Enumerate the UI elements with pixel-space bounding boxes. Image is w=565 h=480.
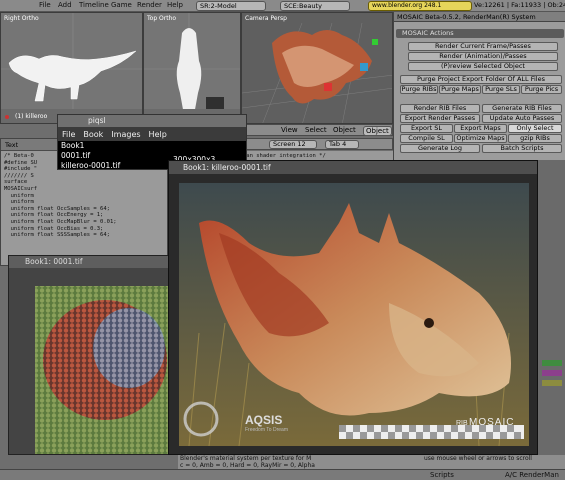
render-rib-files-button[interactable]: Render RIB Files [400, 104, 480, 113]
object-mode-selector[interactable]: Object [363, 126, 392, 136]
code-line: uniform float OccMapBlur = 0.01; [4, 218, 117, 225]
object-menu[interactable]: Object [333, 126, 356, 134]
menu-add[interactable]: Add [58, 1, 72, 9]
render-current-frame-button[interactable]: Render Current Frame/Passes [408, 42, 558, 51]
view-menu[interactable]: View [281, 126, 298, 134]
list-item[interactable]: Book1 [61, 141, 246, 151]
mosaic-actions-header[interactable]: MOSAIC Actions [396, 29, 564, 38]
piqsl-title: piqsl [58, 115, 246, 127]
menu-file[interactable]: File [39, 1, 51, 9]
right-side-panel [537, 160, 565, 468]
code-line: /////// S [4, 172, 34, 179]
piqsl-menubar: File Book Images Help [58, 127, 246, 141]
viewport-label: Camera Persp [245, 15, 287, 22]
viewport-top-ortho[interactable]: Top Ortho [143, 12, 241, 124]
piqsl-menu-book[interactable]: Book [83, 130, 103, 139]
code-line: uniform float OccSamples = 64; [4, 205, 110, 212]
compile-sl-button[interactable]: Compile SL [400, 134, 453, 143]
texture-image [35, 286, 169, 454]
bottom-bar: Scripts A/C RenderMan [0, 469, 565, 480]
menu-render[interactable]: Render [137, 1, 162, 9]
rendered-killeroo-image [179, 183, 529, 446]
blender-url[interactable]: www.blender.org 248.1 [368, 1, 472, 11]
killeroo-top-view [144, 13, 240, 123]
generate-rib-files-button[interactable]: Generate RIB Files [482, 104, 562, 113]
color-swatch [542, 380, 562, 386]
code-line: uniform float SSSSamples = 64; [4, 232, 110, 239]
blender-top-bar: File Add Timeline Game Render Help SR:2-… [0, 0, 565, 12]
scripts-menu[interactable]: Scripts [430, 471, 454, 479]
mosaic-panel: MOSAIC Beta-0.5.2, RenderMan(R) System M… [393, 12, 565, 160]
piqsl-menu-file[interactable]: File [62, 130, 75, 139]
window-selector[interactable]: A/C RenderMan [505, 471, 559, 479]
render-animation-button[interactable]: Render (Animation)/Passes [408, 52, 558, 61]
viewport-right-ortho[interactable]: Right Ortho (1) killeroo [0, 12, 143, 124]
gzip-ribs-button[interactable]: gzip RIBs [508, 134, 562, 143]
scene-selector[interactable]: SCE:Beauty [280, 1, 350, 11]
preview-selected-button[interactable]: (P)review Selected Object [408, 62, 558, 71]
purge-pics-button[interactable]: Purge Pics [521, 85, 562, 94]
scene-stats: Ve:12261 | Fa:11933 | Ob:24-1 | [474, 1, 565, 9]
purge-ribs-button[interactable]: Purge RIBs [400, 85, 438, 94]
rib-label: RIB [456, 420, 468, 427]
optimize-maps-button[interactable]: Optimize Maps [454, 134, 507, 143]
mosaic-logo: MOSAIC [469, 417, 515, 428]
export-render-passes-button[interactable]: Export Render Passes [400, 114, 480, 123]
code-line: uniform float OccEnergy = 1; [4, 212, 104, 219]
generate-log-button[interactable]: Generate Log [400, 144, 480, 153]
code-line: MOSAICsurf [4, 185, 38, 192]
piqsl-menu-help[interactable]: Help [149, 130, 167, 139]
aqsis-logo: AQSIS [245, 413, 283, 427]
book-window-main[interactable]: Book1: killeroo-0001.tif AQSIS Freedom T… [168, 160, 538, 455]
info-line: Blender's material system per texture fo… [180, 455, 312, 462]
piqsl-menu-images[interactable]: Images [111, 130, 140, 139]
window-title: Book1: killeroo-0001.tif [169, 161, 537, 174]
menu-game[interactable]: Game [111, 1, 132, 9]
update-auto-passes-button[interactable]: Update Auto Passes [482, 114, 562, 123]
mosaic-title: MOSAIC Beta-0.5.2, RenderMan(R) System [394, 12, 565, 22]
select-menu[interactable]: Select [305, 126, 327, 134]
color-swatch [542, 370, 562, 376]
info-line: c = 0, Amb = 0, Hard = 0, RayMir = 0, Al… [180, 462, 315, 469]
menu-help[interactable]: Help [167, 1, 183, 9]
color-swatch [542, 360, 562, 366]
only-select-toggle[interactable]: Only Select [508, 124, 562, 133]
material-info: Blender's material system per texture fo… [178, 455, 418, 469]
viewport-header: View Select Object Object [240, 124, 393, 136]
batch-scripts-button[interactable]: Batch Scripts [482, 144, 562, 153]
code-line: uniform [4, 199, 34, 206]
code-line: surface [4, 179, 28, 186]
menu-timeline[interactable]: Timeline [79, 1, 109, 9]
killeroo-render-preview [242, 22, 392, 123]
text-header: Screen 12 Tab 4 [240, 138, 393, 150]
viewport-camera-persp[interactable]: Camera Persp [241, 12, 393, 124]
window-title: Book1: 0001.tif [9, 256, 177, 268]
killeroo-side-view [1, 13, 142, 123]
code-line: uniform float OccBias = 0.3; [4, 225, 104, 232]
tab-field[interactable]: Tab 4 [325, 140, 359, 149]
book-window-small[interactable]: Book1: 0001.tif [8, 255, 178, 455]
screen-field[interactable]: Screen 12 [269, 140, 317, 149]
object-label: (1) killeroo [15, 113, 48, 120]
export-sl-button[interactable]: Export SL [400, 124, 453, 133]
screen-selector[interactable]: SR:2-Model [196, 1, 266, 11]
purge-sls-button[interactable]: Purge SLs [482, 85, 520, 94]
purge-maps-button[interactable]: Purge Maps [439, 85, 481, 94]
export-maps-button[interactable]: Export Maps [454, 124, 507, 133]
aqsis-tagline: Freedom To Dream [245, 427, 288, 433]
scroll-hint: use mouse wheel or arrows to scroll [418, 455, 565, 469]
purge-project-button[interactable]: Purge Project Export Folder Of ALL Files [400, 75, 562, 84]
code-line: uniform [4, 192, 34, 199]
